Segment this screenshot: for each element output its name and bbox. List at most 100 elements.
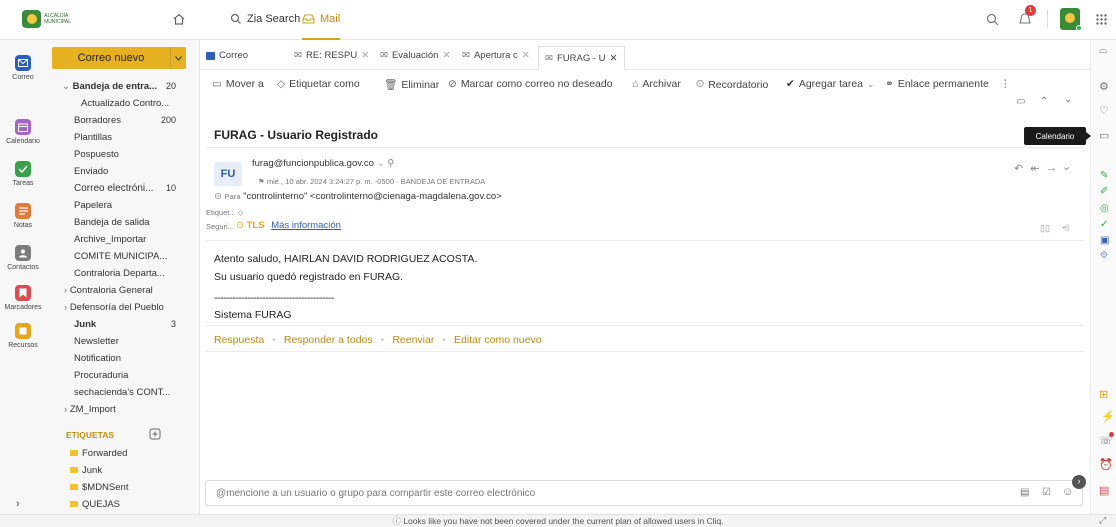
- pen-icon[interactable]: ✎: [1100, 170, 1108, 181]
- reply-button[interactable]: Respuesta: [214, 334, 264, 346]
- add-widget-icon[interactable]: ⊞: [1099, 388, 1108, 401]
- move-to-button[interactable]: ▭ Mover a: [212, 78, 264, 90]
- document-icon[interactable]: ▤: [1020, 487, 1029, 498]
- rail-item-tasks[interactable]: Tareas: [0, 161, 46, 187]
- app-grid-icon[interactable]: [1096, 14, 1107, 25]
- search-icon[interactable]: [986, 13, 999, 26]
- zia-search-button[interactable]: Zia Search: [230, 13, 300, 25]
- tab-apertura[interactable]: ✉ Apertura c ✕: [462, 50, 530, 61]
- expand-panel-icon[interactable]: ›: [1072, 475, 1086, 489]
- tab-furag[interactable]: ✉ FURAG - U ✕: [538, 46, 625, 70]
- folder-comite[interactable]: COMITE MUNICIPA...: [74, 251, 198, 262]
- folder-trash[interactable]: Papelera: [74, 200, 198, 211]
- recipient[interactable]: "controlinterno" <controlinterno@cienaga…: [243, 191, 502, 202]
- feedback-icon[interactable]: ▤: [1099, 484, 1109, 497]
- home-icon[interactable]: [172, 12, 186, 26]
- target-icon[interactable]: ◎: [1100, 203, 1109, 214]
- close-icon[interactable]: ✕: [361, 50, 369, 61]
- tab-evaluacion[interactable]: ✉ Evaluación ✕: [380, 50, 450, 61]
- chevron-down-icon[interactable]: [170, 47, 186, 69]
- expand-chevron-icon[interactable]: ›: [16, 498, 20, 510]
- more-options-icon[interactable]: ⋮: [1000, 78, 1011, 90]
- reading-mode-icon[interactable]: ▯▯: [1040, 223, 1050, 234]
- tag-mdnsent[interactable]: $MDNSent: [70, 482, 194, 493]
- cloud-icon[interactable]: ⌓: [1099, 44, 1108, 57]
- more-actions-chevron-icon[interactable]: ⌄: [1062, 160, 1071, 173]
- folder-archive-import[interactable]: Archive_Importar: [74, 234, 198, 245]
- folder-outbox[interactable]: Bandeja de salida: [74, 217, 198, 228]
- folder-inbox[interactable]: ⌄ Bandeja de entra... 20: [62, 81, 186, 92]
- rail-item-contacts[interactable]: Contactos: [0, 245, 46, 271]
- folder-contraloria-general[interactable]: › Contraloria General: [64, 285, 188, 296]
- folder-updated[interactable]: Actualizado Contro...: [81, 98, 205, 109]
- folder-snoozed[interactable]: Pospuesto: [74, 149, 198, 160]
- rail-item-calendar[interactable]: Calendario: [0, 119, 46, 145]
- mark-spam-button[interactable]: ⊘ Marcar como correo no deseado: [448, 78, 613, 90]
- close-icon[interactable]: ✕: [442, 50, 450, 61]
- sender-address[interactable]: furag@funcionpublica.gov.co ⌄ ⚲: [252, 158, 394, 169]
- close-icon[interactable]: ✕: [522, 50, 530, 61]
- tag-icon[interactable]: ◇: [238, 208, 244, 217]
- check-icon[interactable]: ✓: [1100, 219, 1108, 230]
- reply-icon[interactable]: ↶: [1014, 162, 1023, 175]
- emoji-icon[interactable]: ☺: [1062, 486, 1073, 498]
- folder-drafts[interactable]: Borradores 200: [74, 115, 198, 126]
- folder-newsletter[interactable]: Newsletter: [74, 336, 198, 347]
- edit-note-icon[interactable]: ✐: [1100, 186, 1108, 197]
- forward-button[interactable]: Reenviar: [392, 334, 434, 346]
- expand-icon[interactable]: ⤢: [1099, 515, 1106, 526]
- reminder-button[interactable]: ⏲ Recordatorio: [696, 78, 768, 91]
- folder-sent[interactable]: Enviado: [74, 166, 198, 177]
- rail-item-resources[interactable]: Recursos: [0, 323, 46, 349]
- chevron-up-icon[interactable]: ⌃: [1040, 96, 1048, 107]
- alarm-icon[interactable]: ⏰: [1099, 458, 1113, 471]
- app-logo[interactable]: ALCALDÍA MUNICIPAL: [22, 8, 94, 30]
- rail-item-bookmarks[interactable]: Marcadores: [0, 285, 46, 311]
- add-task-button[interactable]: ✔ Agregar tarea ⌄: [786, 78, 875, 90]
- new-mail-button[interactable]: Correo nuevo: [52, 47, 186, 69]
- folder-procuraduria[interactable]: Procuraduria: [74, 370, 198, 381]
- permalink-button[interactable]: ⚭ Enlace permanente: [885, 78, 989, 90]
- tag-forwarded[interactable]: Forwarded: [70, 448, 194, 459]
- folder-contraloria-departamental[interactable]: Contraloria Departa...: [74, 268, 198, 279]
- delete-button[interactable]: 🗑 Eliminar: [384, 78, 439, 92]
- archive-button[interactable]: ⌂ Archivar: [632, 78, 681, 90]
- folder-defensoria[interactable]: › Defensoría del Pueblo: [64, 302, 188, 313]
- share-icon[interactable]: ⩤: [1062, 223, 1069, 234]
- tag-as-button[interactable]: ◇ Etiquetar como: [277, 78, 360, 90]
- forward-icon[interactable]: →: [1046, 162, 1057, 174]
- chevron-down-icon[interactable]: ⌄: [377, 158, 385, 169]
- tab-re-respuesta[interactable]: ✉ RE: RESPU ✕: [294, 50, 369, 61]
- folder-templates[interactable]: Plantillas: [74, 132, 198, 143]
- lightning-icon[interactable]: ⚡: [1101, 410, 1115, 423]
- reply-all-icon[interactable]: ↞: [1030, 162, 1039, 175]
- flag-icon[interactable]: ⚑: [258, 177, 265, 186]
- folder-email[interactable]: Correo electróni... 10: [74, 183, 198, 194]
- rail-item-notes[interactable]: Notas: [0, 203, 46, 229]
- folder-sechacienda[interactable]: sechacienda's CONT...: [74, 387, 198, 398]
- reply-all-button[interactable]: Responder a todos: [284, 334, 373, 346]
- chevron-down-icon[interactable]: ⌄: [867, 79, 875, 90]
- edit-as-new-button[interactable]: Editar como nuevo: [454, 334, 542, 346]
- calendar-check-icon[interactable]: ☑: [1042, 487, 1051, 498]
- expand-view-icon[interactable]: ▭: [1016, 96, 1025, 107]
- chevron-down-icon[interactable]: ⌄: [1064, 94, 1072, 105]
- tag-junk[interactable]: Junk: [70, 465, 194, 476]
- rail-item-mail[interactable]: Correo: [0, 55, 46, 81]
- calendar-icon[interactable]: ▭: [1099, 129, 1109, 142]
- mail-app-tab[interactable]: Mail: [302, 0, 341, 40]
- heart-check-icon[interactable]: ♡: [1099, 104, 1109, 117]
- share-comment-input[interactable]: @mencione a un usuario o grupo para comp…: [205, 480, 1083, 506]
- folder-zm-import[interactable]: › ZM_Import: [64, 404, 188, 415]
- tag-quejas[interactable]: QUEJAS: [70, 499, 194, 510]
- tab-mail[interactable]: Correo: [206, 50, 248, 61]
- settings-icon[interactable]: ⚙: [1099, 80, 1109, 93]
- search-icon[interactable]: ⚲: [387, 158, 394, 169]
- more-info-link[interactable]: Más información: [271, 220, 341, 231]
- avatar[interactable]: [1060, 8, 1082, 31]
- image-icon[interactable]: ▣: [1100, 235, 1109, 246]
- folder-notification[interactable]: Notification: [74, 353, 198, 364]
- close-icon[interactable]: ✕: [610, 53, 618, 64]
- folder-junk[interactable]: Junk 3: [74, 319, 198, 330]
- integration-icon[interactable]: ⟐: [1100, 250, 1108, 261]
